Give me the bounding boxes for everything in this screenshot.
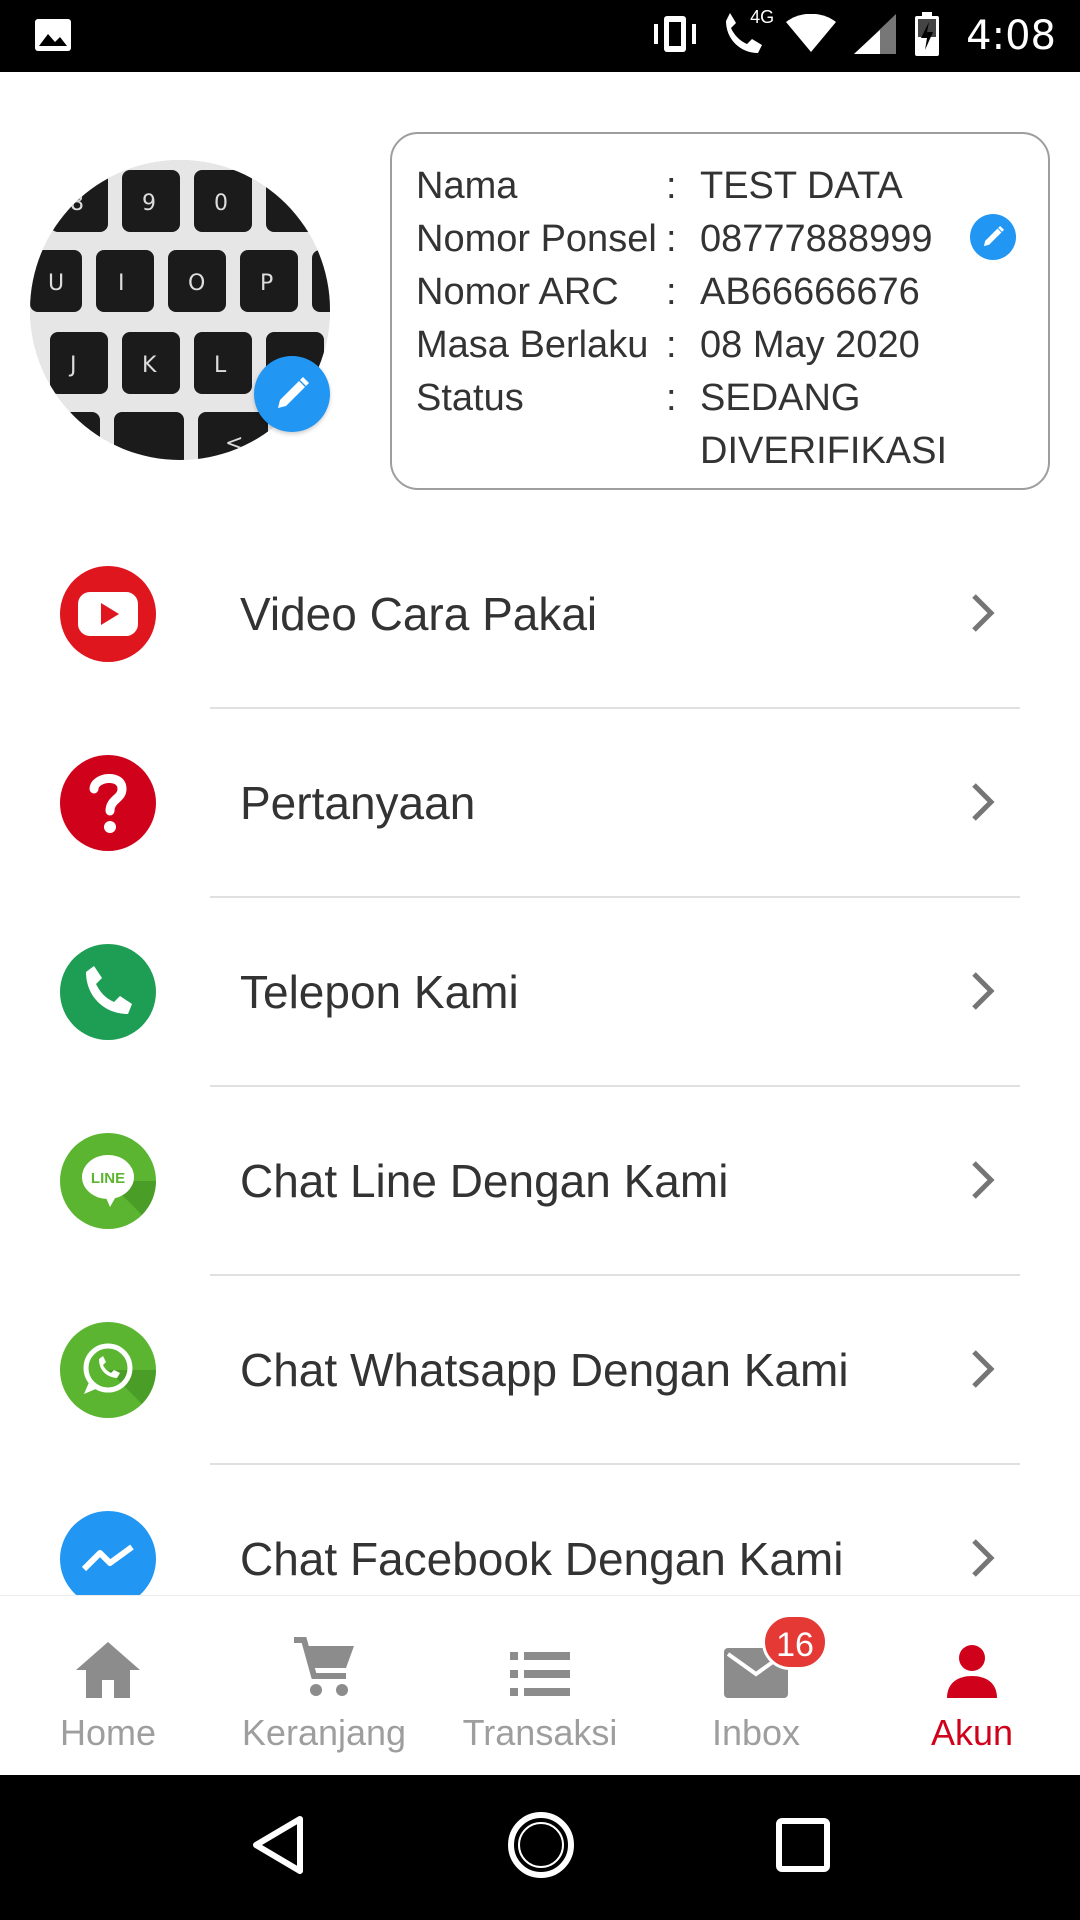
nav-label: Akun	[930, 1712, 1014, 1753]
info-separator: :	[666, 165, 677, 207]
svg-text:I: I	[118, 271, 125, 296]
list-icon	[432, 1632, 648, 1698]
nav-item-akun[interactable]: Akun	[864, 1596, 1080, 1775]
info-separator: :	[666, 218, 677, 260]
svg-text:L: L	[214, 353, 227, 378]
svg-text:<: <	[225, 431, 243, 456]
nav-item-keranjang[interactable]: Keranjang	[216, 1596, 432, 1775]
nav-label: Keranjang	[241, 1712, 407, 1753]
back-icon[interactable]	[250, 1815, 306, 1880]
info-label: Nama	[416, 165, 518, 207]
profile-info-card: Nama : TEST DATA Nomor Ponsel : 08777888…	[390, 132, 1050, 490]
nav-item-home[interactable]: Home	[0, 1596, 216, 1775]
status-bar: 4G 4:08	[0, 0, 1080, 72]
chevron-right-icon	[970, 781, 996, 828]
info-row-nomor-ponsel: Nomor Ponsel : 08777888999	[416, 213, 1048, 266]
nav-label: Home	[59, 1712, 157, 1753]
info-row-masa-berlaku: Masa Berlaku : 08 May 2020	[416, 319, 1048, 372]
chevron-right-icon	[970, 592, 996, 639]
svg-text:8: 8	[70, 191, 84, 216]
inbox-count-badge: 16	[762, 1614, 828, 1670]
menu-item-pertanyaan[interactable]: Pertanyaan	[0, 709, 1080, 898]
menu-item-video-cara-pakai[interactable]: Video Cara Pakai	[0, 520, 1080, 709]
svg-text:LINE: LINE	[91, 1170, 125, 1187]
youtube-icon	[60, 566, 156, 662]
recents-icon[interactable]	[775, 1818, 830, 1877]
info-value: SEDANG DIVERIFIKASI	[700, 377, 948, 472]
pencil-icon	[983, 225, 1005, 247]
nav-label: Inbox	[711, 1712, 801, 1753]
svg-text:O: O	[188, 271, 205, 296]
chevron-right-icon	[970, 1348, 996, 1395]
menu-item-label: Telepon Kami	[240, 966, 519, 1018]
menu-item-label: Chat Line Dengan Kami	[240, 1155, 729, 1207]
signal-icon	[854, 13, 897, 59]
menu-item-chat-facebook[interactable]: Chat Facebook Dengan Kami	[0, 1465, 1080, 1595]
network-type-label: 4G	[750, 6, 775, 27]
chevron-right-icon	[970, 1537, 996, 1584]
svg-text:0: 0	[214, 191, 228, 216]
nav-item-inbox[interactable]: Inbox 16	[648, 1596, 864, 1775]
svg-text:J: J	[68, 353, 77, 378]
menu-item-label: Pertanyaan	[240, 777, 476, 829]
info-row-status: Status : SEDANG DIVERIFIKASI	[416, 372, 1048, 478]
image-notification-icon	[34, 18, 72, 57]
info-label: Status	[416, 377, 524, 419]
info-label: Nomor Ponsel	[416, 218, 657, 260]
svg-text:U: U	[48, 271, 64, 296]
menu-item-label: Chat Facebook Dengan Kami	[240, 1533, 844, 1585]
svg-text:K: K	[142, 353, 157, 378]
clock: 4:08	[966, 13, 1056, 59]
info-separator: :	[666, 377, 677, 419]
menu-item-telepon-kami[interactable]: Telepon Kami	[0, 898, 1080, 1087]
whatsapp-icon	[60, 1322, 156, 1418]
chevron-right-icon	[970, 970, 996, 1017]
menu-list: Video Cara Pakai Pertanyaan Telepon Kami…	[0, 520, 1080, 1595]
info-row-nomor-arc: Nomor ARC : AB66666676	[416, 266, 1048, 319]
home-circle-icon[interactable]	[507, 1811, 575, 1884]
wifi-icon	[786, 13, 837, 59]
phone-icon	[60, 944, 156, 1040]
mail-icon	[648, 1632, 864, 1698]
svg-text:P: P	[260, 271, 273, 296]
battery-icon	[914, 11, 940, 61]
chevron-right-icon	[970, 1159, 996, 1206]
vibrate-icon	[648, 14, 702, 59]
system-nav-bar	[0, 1775, 1080, 1920]
nav-label: Transaksi	[462, 1712, 618, 1753]
profile-edit-button[interactable]	[970, 214, 1016, 260]
pencil-icon	[278, 377, 309, 408]
info-label: Nomor ARC	[416, 271, 619, 313]
info-separator: :	[666, 324, 677, 366]
info-row-nama: Nama : TEST DATA	[416, 160, 1048, 213]
menu-item-label: Video Cara Pakai	[240, 588, 598, 640]
info-value: TEST DATA	[700, 165, 903, 207]
info-label: Masa Berlaku	[416, 324, 649, 366]
home-icon	[0, 1632, 216, 1698]
menu-item-label: Chat Whatsapp Dengan Kami	[240, 1344, 849, 1396]
person-icon	[864, 1632, 1080, 1698]
question-icon	[60, 755, 156, 851]
messenger-icon	[60, 1511, 156, 1595]
menu-item-chat-line[interactable]: LINE Chat Line Dengan Kami	[0, 1087, 1080, 1276]
info-separator: :	[666, 271, 677, 313]
info-value: AB66666676	[700, 271, 920, 313]
menu-item-chat-whatsapp[interactable]: Chat Whatsapp Dengan Kami	[0, 1276, 1080, 1465]
bottom-nav: Home Keranjang Transaksi Inbox 16 Akun	[0, 1595, 1080, 1775]
cart-icon	[216, 1632, 432, 1698]
info-value: 08 May 2020	[700, 324, 920, 366]
info-value: 08777888999	[700, 218, 933, 260]
wifi-call-icon: 4G	[720, 7, 774, 60]
svg-text:9: 9	[142, 191, 156, 216]
line-icon: LINE	[60, 1133, 156, 1229]
avatar-edit-button[interactable]	[254, 356, 330, 432]
nav-item-transaksi[interactable]: Transaksi	[432, 1596, 648, 1775]
